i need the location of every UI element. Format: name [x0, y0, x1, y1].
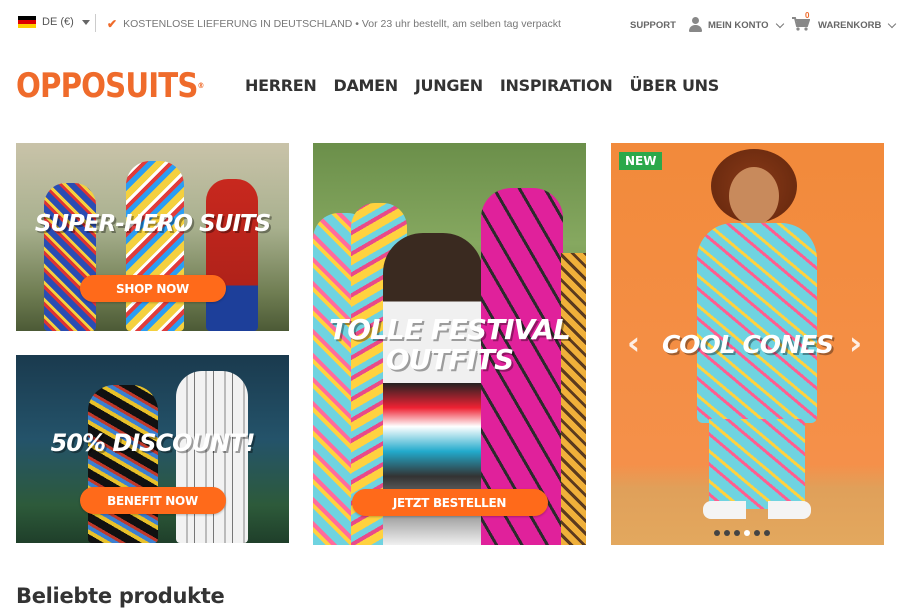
cool-cones-carousel[interactable]: NEW COOL CONES ‹ ›: [611, 143, 884, 545]
section-title: Beliebte produkte: [16, 584, 225, 608]
festival-outfits-banner[interactable]: TOLLE FESTIVAL OUTFITS JETZT BESTELLEN: [313, 143, 586, 545]
carousel-dot[interactable]: [754, 530, 760, 536]
jetzt-bestellen-button[interactable]: JETZT BESTELLEN: [351, 489, 548, 516]
child-suit: [697, 223, 817, 423]
banner-headline: COOL CONES: [661, 330, 834, 359]
carousel-dots: [714, 530, 770, 536]
checkmark-icon: ✔: [107, 17, 118, 31]
nav-item-herren[interactable]: HERREN: [245, 76, 317, 95]
carousel-dot[interactable]: [734, 530, 740, 536]
locale-selector[interactable]: DE (€): [18, 16, 90, 28]
support-link[interactable]: SUPPORT: [630, 20, 676, 31]
nav-item-ueber-uns[interactable]: ÜBER UNS: [629, 76, 719, 95]
shop-now-button[interactable]: SHOP NOW: [79, 275, 226, 302]
person-figure: [561, 253, 586, 545]
child-legs: [709, 419, 805, 509]
carousel-dot[interactable]: [744, 530, 750, 536]
carousel-dot[interactable]: [714, 530, 720, 536]
registered-mark: ®: [197, 81, 205, 90]
locale-label: DE (€): [42, 16, 74, 28]
headline-line-1: TOLLE FESTIVAL: [329, 313, 571, 346]
cart-icon: 0: [792, 11, 811, 31]
promo-text: KOSTENLOSE LIEFERUNG IN DEUTSCHLAND • Vo…: [123, 18, 561, 30]
child-face: [729, 167, 779, 225]
person-figure: [44, 183, 96, 331]
main-navigation: HERREN DAMEN JUNGEN INSPIRATION ÜBER UNS: [245, 76, 719, 95]
child-shoes: [703, 501, 811, 519]
chevron-down-icon: [775, 19, 784, 28]
logo-text: OPPOSUITS: [16, 66, 198, 106]
caret-down-icon: [81, 19, 90, 25]
user-icon: [688, 16, 702, 32]
banner-headline: TOLLE FESTIVAL OUTFITS: [313, 316, 586, 374]
shipping-promo: ✔ KOSTENLOSE LIEFERUNG IN DEUTSCHLAND • …: [107, 17, 561, 31]
german-flag-icon: [18, 16, 36, 28]
banner-headline: SUPER-HERO SUITS: [34, 211, 271, 237]
banner-headline: 50% DISCOUNT!: [50, 429, 256, 457]
cart-count-badge: 0: [805, 10, 810, 20]
new-badge: NEW: [619, 152, 663, 170]
headline-line-2: OUTFITS: [385, 343, 514, 376]
nav-item-jungen[interactable]: JUNGEN: [415, 76, 483, 95]
carousel-prev-arrow-icon[interactable]: ‹: [627, 327, 640, 359]
carousel-next-arrow-icon[interactable]: ›: [849, 327, 862, 359]
person-figure: [176, 371, 248, 543]
carousel-dot[interactable]: [764, 530, 770, 536]
divider: [95, 14, 96, 32]
discount-banner[interactable]: 50% DISCOUNT! BENEFIT NOW: [16, 355, 289, 543]
nav-item-damen[interactable]: DAMEN: [333, 76, 398, 95]
benefit-now-button[interactable]: BENEFIT NOW: [79, 487, 226, 514]
account-label: MEIN KONTO: [708, 20, 769, 31]
opposuits-logo[interactable]: OPPOSUITS®: [16, 68, 204, 104]
person-figure: [206, 179, 258, 331]
chevron-down-icon: [888, 19, 897, 28]
account-menu[interactable]: MEIN KONTO: [688, 16, 784, 32]
carousel-dot[interactable]: [724, 530, 730, 536]
superhero-suits-banner[interactable]: SUPER-HERO SUITS SHOP NOW: [16, 143, 289, 331]
cart-menu[interactable]: 0 WARENKORB: [792, 11, 897, 31]
top-utility-bar: DE (€) ✔ KOSTENLOSE LIEFERUNG IN DEUTSCH…: [0, 0, 900, 46]
nav-item-inspiration[interactable]: INSPIRATION: [500, 76, 613, 95]
person-figure: [88, 385, 158, 543]
support-label: SUPPORT: [630, 20, 676, 31]
person-figure: [126, 161, 184, 331]
cart-label: WARENKORB: [818, 20, 882, 31]
